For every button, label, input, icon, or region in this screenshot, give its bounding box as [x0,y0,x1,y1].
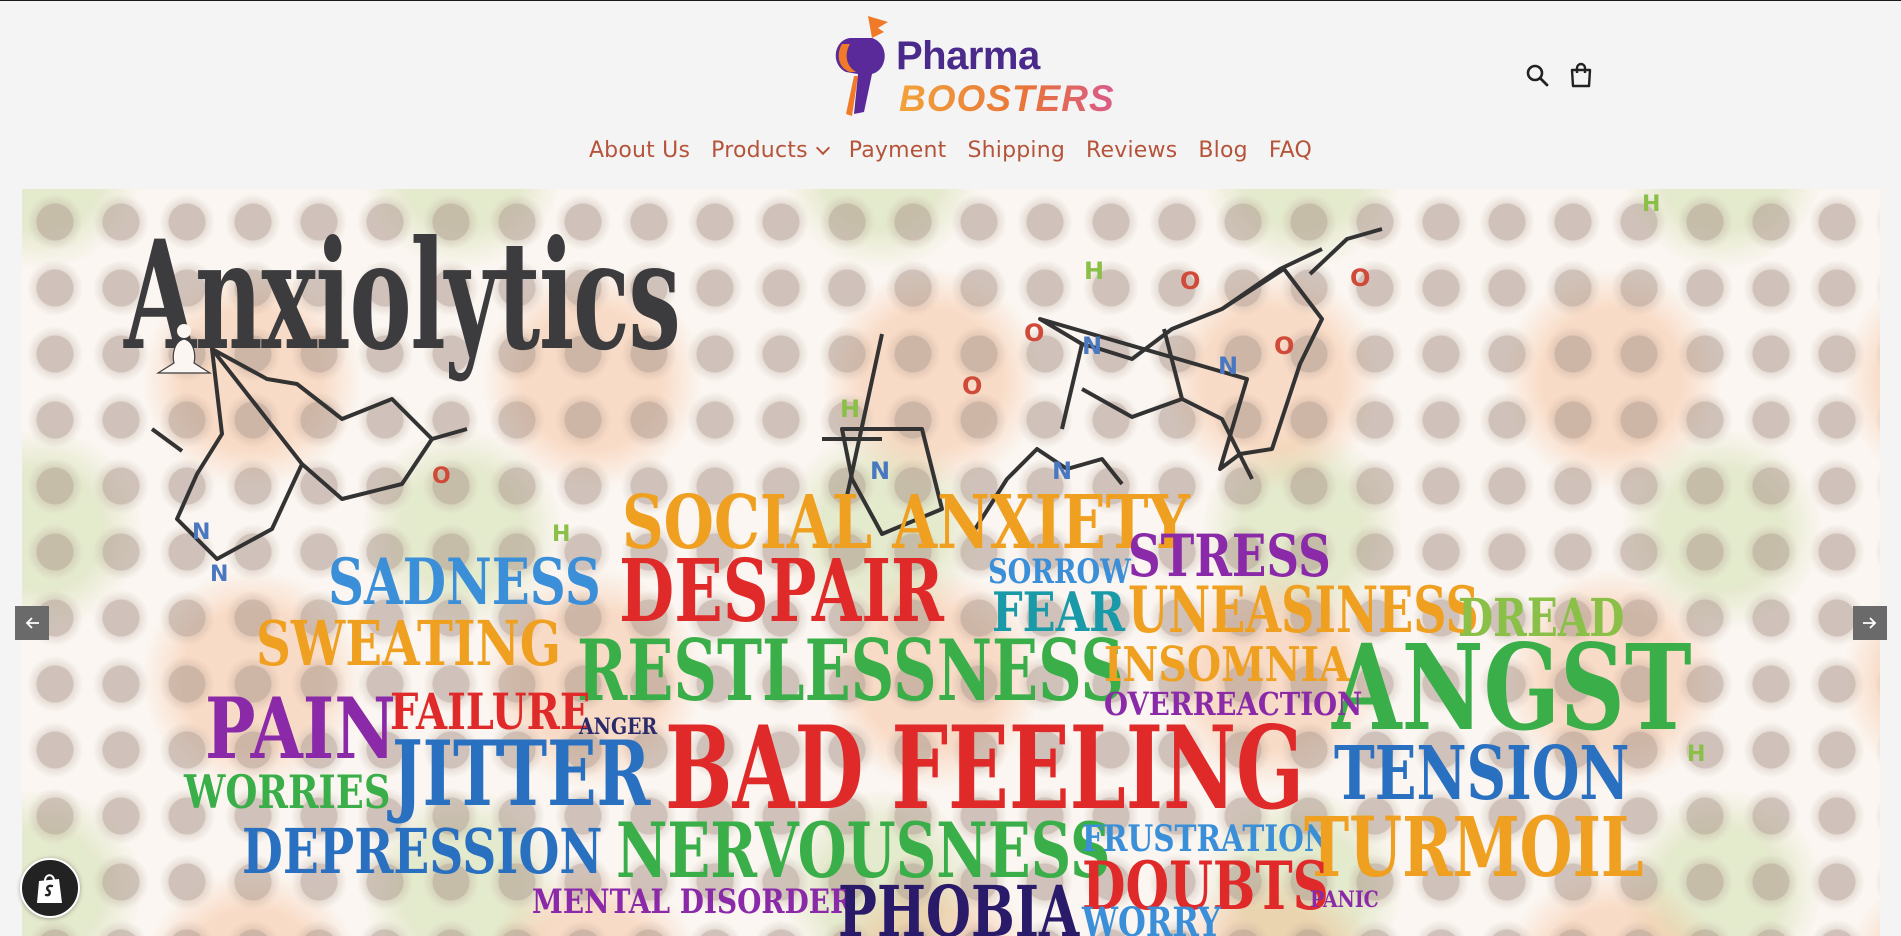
arrow-left-icon [25,617,39,629]
word-turmoil: TURMOIL [1304,800,1644,896]
arrow-right-icon [1863,617,1877,629]
word-panic: PANIC [1310,887,1379,913]
nav-about-us[interactable]: About Us [589,138,690,163]
word-phobia: PHOBIA [838,870,1080,936]
slideshow-prev-button[interactable] [15,606,49,640]
main-nav: About Us Products Payment Shipping Revie… [0,138,1901,163]
atom-n-6: N [210,562,228,587]
atom-o-2: O [1350,264,1370,292]
brand-logo[interactable]: Pharma BOOSTERS [828,14,1114,120]
nav-payment[interactable]: Payment [849,138,947,163]
word-jitter: JITTER [392,721,651,827]
header-icons [1524,62,1594,88]
atom-o-3: O [1180,267,1200,295]
atom-h-4: H [552,522,570,547]
nav-blog[interactable]: Blog [1198,138,1247,163]
logo-mark-icon [835,16,888,116]
atom-o-5: O [962,372,982,400]
word-sweating: SWEATING [256,607,562,680]
search-icon[interactable] [1524,62,1550,88]
atom-h-3: H [840,395,860,423]
nav-products-label: Products [711,138,808,163]
atom-n: N [1218,352,1238,380]
top-border [0,0,1901,1]
logo-text-pharma: Pharma [896,34,1040,78]
atom-o-4: O [1024,319,1044,347]
nav-faq[interactable]: FAQ [1269,138,1312,163]
word-pain: PAIN [205,679,396,778]
word-angst: ANGST [1332,618,1692,757]
atom-h: H [1084,257,1104,285]
word-worries: WORRIES [184,765,391,819]
nav-shipping[interactable]: Shipping [967,138,1065,163]
atom-n-2: N [1082,332,1102,360]
meditation-figure-icon [155,324,213,374]
nav-reviews[interactable]: Reviews [1086,138,1177,163]
atom-h-2: H [1642,192,1660,217]
nav-products[interactable]: Products [711,138,830,163]
logo-text-boosters: BOOSTERS [899,78,1115,119]
atom-n-5: N [192,520,210,545]
slideshow-next-button[interactable] [1853,606,1887,640]
word-insomnia: INSOMNIA [1104,637,1350,693]
chevron-down-icon [815,140,830,155]
shopify-bag-icon [37,874,62,903]
word-mental-disorder: MENTAL DISORDER [532,882,854,922]
shopify-badge-button[interactable] [20,858,80,918]
word-sadness: SADNESS [328,545,601,620]
cart-icon[interactable] [1568,62,1594,88]
hero-banner: O O O O O N N N N N N O H H H H H Anxiol… [22,189,1880,936]
atom-o-6: O [432,464,451,489]
atom-o: O [1274,332,1294,360]
word-worry: WORRY [1082,899,1221,936]
word-depression: DEPRESSION [242,815,603,888]
